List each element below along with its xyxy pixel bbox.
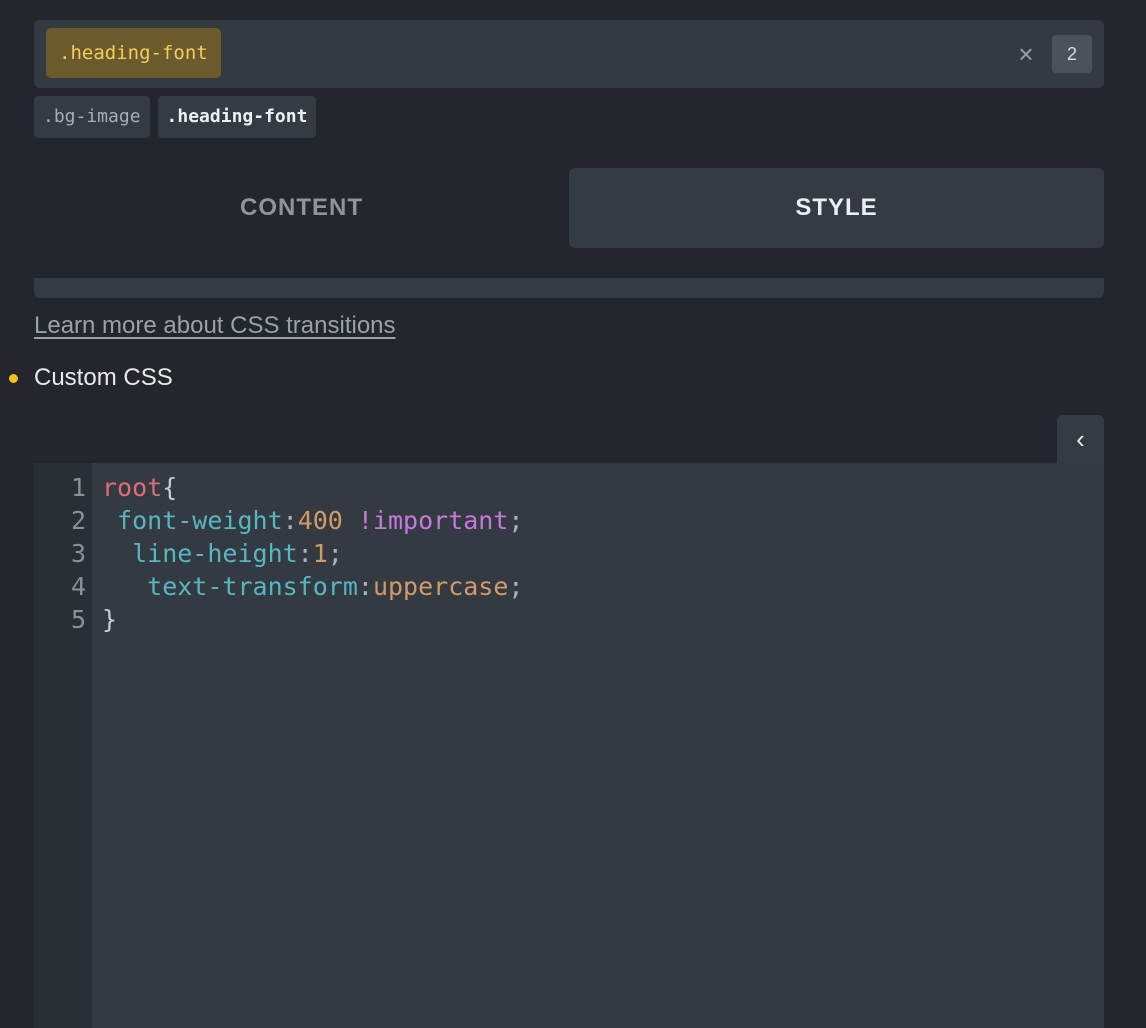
learn-more-css-transitions-link[interactable]: Learn more about CSS transitions: [34, 312, 396, 340]
class-tag-heading-font[interactable]: .heading-font: [157, 96, 317, 138]
css-code-editor[interactable]: 12345 root{ font-weight:400 !important; …: [34, 463, 1104, 1028]
line-number: 3: [70, 539, 86, 568]
tab-style[interactable]: STYLE: [569, 168, 1104, 248]
code-token: root: [102, 473, 163, 502]
code-token: :: [282, 506, 298, 535]
code-token: line-height: [102, 539, 298, 568]
code-token: {: [162, 473, 178, 502]
code-line[interactable]: font-weight:400 !important;: [102, 506, 523, 535]
line-number: 1: [70, 473, 86, 502]
code-token: 400: [297, 506, 343, 535]
line-number: 4: [70, 572, 86, 601]
code-token: ;: [327, 539, 343, 568]
code-line[interactable]: text-transform:uppercase;: [102, 572, 523, 601]
class-count-badge: 2: [1052, 35, 1092, 73]
tab-content[interactable]: CONTENT: [34, 168, 569, 248]
code-token: }: [102, 605, 118, 634]
line-number-gutter: 1 2 3 4 5: [34, 463, 92, 1028]
custom-css-label: Custom CSS: [34, 364, 173, 391]
class-tags: .bg-image .heading-font: [34, 96, 317, 138]
code-token: font-weight: [102, 506, 283, 535]
panel-tabs: CONTENT STYLE: [34, 168, 1104, 248]
line-number: 5: [70, 605, 86, 634]
section-panel-bottom: [34, 278, 1104, 298]
active-class-chip[interactable]: .heading-font: [46, 28, 221, 78]
code-token: text-transform: [102, 572, 358, 601]
bullet-dot: [9, 374, 18, 383]
code-token: :: [357, 572, 373, 601]
chevron-left-icon[interactable]: ‹: [1057, 415, 1104, 463]
code-token: 1: [312, 539, 328, 568]
class-tag-bg-image[interactable]: .bg-image: [34, 96, 150, 138]
code-token: ;: [508, 506, 524, 535]
code-token: !important: [342, 506, 509, 535]
code-line[interactable]: }: [102, 605, 117, 634]
code-token: :: [297, 539, 313, 568]
code-token: uppercase: [372, 572, 509, 601]
close-icon[interactable]: ×: [1012, 40, 1040, 68]
line-number: 2: [70, 506, 86, 535]
code-line[interactable]: line-height:1;: [102, 539, 343, 568]
code-line[interactable]: root{: [102, 473, 177, 502]
class-selector-bar[interactable]: .heading-font × 2: [34, 20, 1104, 88]
code-token: ;: [508, 572, 524, 601]
